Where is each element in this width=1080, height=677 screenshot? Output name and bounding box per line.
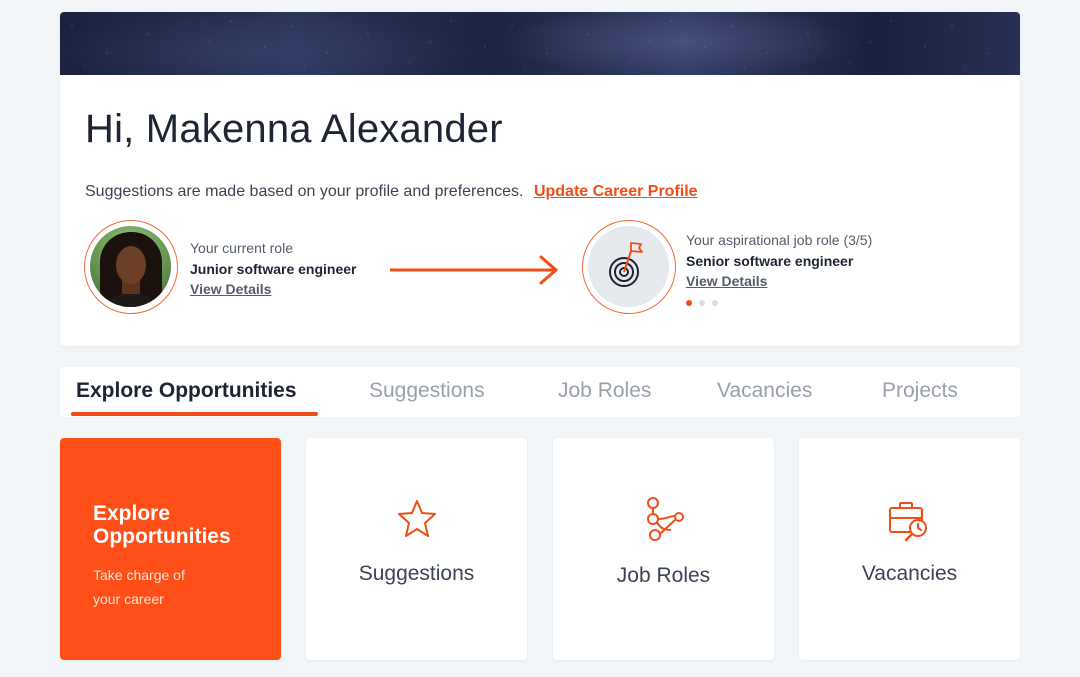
user-photo xyxy=(90,226,171,307)
greeting-title: Hi, Makenna Alexander xyxy=(85,107,503,151)
aspirational-role-info: Your aspirational job role (3/5) Senior … xyxy=(686,232,872,289)
job-roles-card[interactable]: Job Roles xyxy=(553,438,774,660)
carousel-dot-3[interactable] xyxy=(712,300,718,306)
profile-banner xyxy=(60,12,1020,75)
tab-explore-opportunities[interactable]: Explore Opportunities xyxy=(76,379,297,403)
suggestions-card[interactable]: Suggestions xyxy=(306,438,527,660)
vacancies-card-label: Vacancies xyxy=(861,562,958,585)
explore-opportunities-card[interactable]: Explore Opportunities Take charge of you… xyxy=(60,438,281,660)
explore-card-subtitle: Take charge of your career xyxy=(93,567,185,607)
tab-suggestions[interactable]: Suggestions xyxy=(369,379,485,403)
current-role-name: Junior software engineer xyxy=(190,261,357,277)
target-flag-icon xyxy=(609,242,643,287)
tab-job-roles[interactable]: Job Roles xyxy=(558,379,651,403)
carousel-dot-2[interactable] xyxy=(699,300,705,306)
aspirational-role-avatar xyxy=(582,220,676,314)
star-icon xyxy=(397,500,436,537)
suggestion-text: Suggestions are made based on your profi… xyxy=(85,183,524,200)
suggestion-note: Suggestions are made based on your profi… xyxy=(85,183,698,201)
job-roles-card-label: Job Roles xyxy=(616,564,711,587)
tab-projects[interactable]: Projects xyxy=(882,379,958,403)
arrow-right-icon xyxy=(390,255,558,285)
career-path-icon xyxy=(646,497,684,541)
suggestions-card-label: Suggestions xyxy=(358,562,475,585)
role-carousel-dots xyxy=(686,300,718,306)
current-role-view-details-link[interactable]: View Details xyxy=(190,281,271,297)
carousel-dot-1[interactable] xyxy=(686,300,692,306)
aspirational-role-name: Senior software engineer xyxy=(686,253,854,269)
aspirational-role-view-details-link[interactable]: View Details xyxy=(686,273,767,289)
explore-card-title: Explore Opportunities xyxy=(93,502,231,548)
opportunity-tabs: Explore Opportunities Suggestions Job Ro… xyxy=(60,367,1020,417)
vacancies-card[interactable]: Vacancies xyxy=(799,438,1020,660)
update-career-profile-link[interactable]: Update Career Profile xyxy=(534,183,698,200)
aspirational-role-caption: Your aspirational job role (3/5) xyxy=(686,232,873,248)
current-role-info: Your current role Junior software engine… xyxy=(190,240,356,297)
tab-vacancies[interactable]: Vacancies xyxy=(717,379,812,403)
page: Hi, Makenna Alexander Suggestions are ma… xyxy=(0,0,1080,677)
current-role-caption: Your current role xyxy=(190,240,293,256)
briefcase-search-icon xyxy=(888,502,927,542)
current-role-avatar xyxy=(84,220,178,314)
profile-card: Hi, Makenna Alexander Suggestions are ma… xyxy=(60,12,1020,346)
active-tab-indicator xyxy=(71,412,318,416)
